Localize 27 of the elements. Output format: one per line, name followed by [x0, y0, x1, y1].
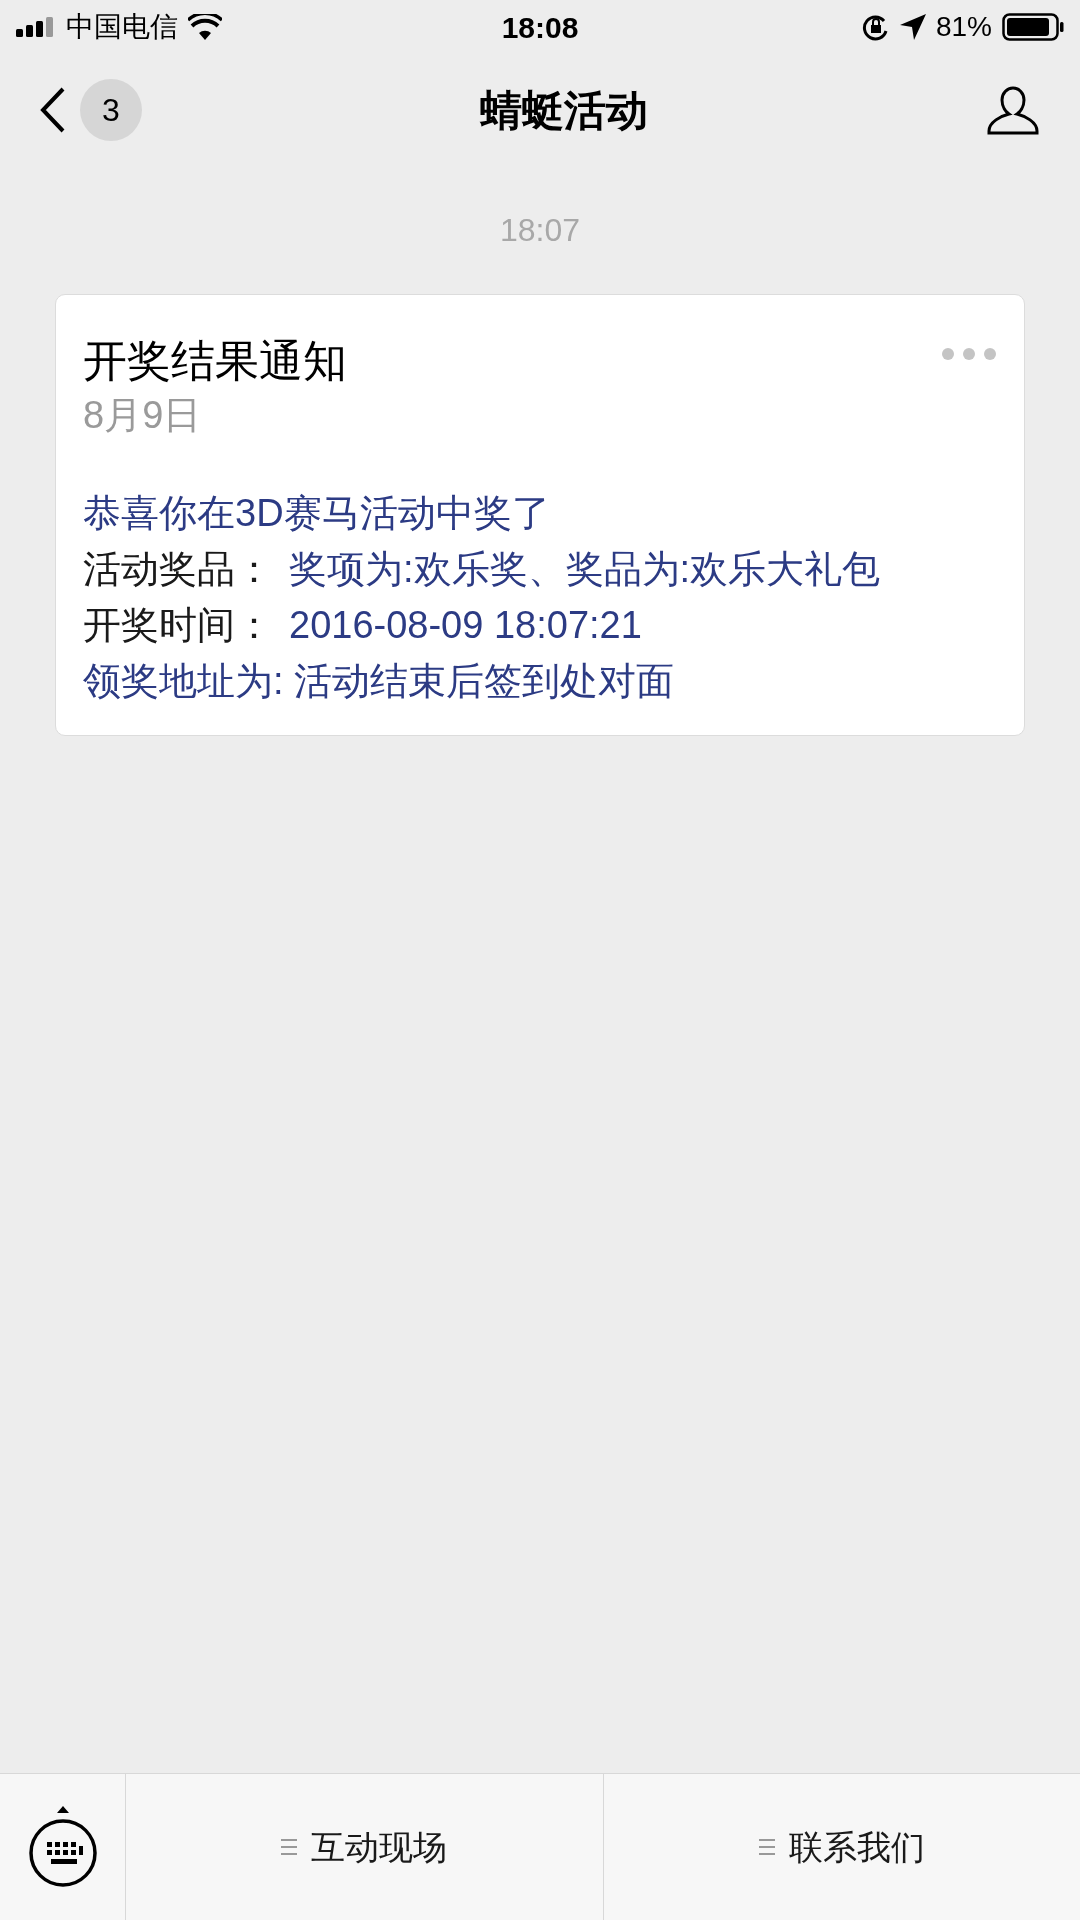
- field-value: 2016-08-09 18:07:21: [289, 603, 642, 648]
- clock-time: 18:08: [501, 9, 579, 46]
- field-value: 奖项为:欢乐奖、奖品为:欢乐大礼包: [289, 547, 881, 592]
- message-card[interactable]: 开奖结果通知 8月9日 恭喜你在3D赛马活动中奖了 活动奖品： 奖项为:欢乐奖、奖品为:欢乐大礼包 开奖时间： 2016-08-09 18:07:21 领奖地址为: 活动结束后签到处对面: [55, 294, 1025, 736]
- signal-icon: [16, 17, 56, 37]
- menu-tab[interactable]: 互动现场: [126, 1774, 604, 1920]
- keyboard-icon[interactable]: [26, 1805, 99, 1889]
- location-arrow-icon: [899, 14, 926, 40]
- battery-icon: [1002, 13, 1064, 41]
- wifi-icon: [188, 14, 222, 40]
- back-icon[interactable]: [40, 87, 66, 133]
- card-title: 开奖结果通知: [83, 335, 347, 387]
- field-label: 活动奖品：: [83, 547, 273, 592]
- carrier-name: 中国电信: [66, 10, 178, 44]
- menu-tab[interactable]: 联系我们: [603, 1774, 1080, 1920]
- rotation-lock-icon: [861, 13, 890, 41]
- menu-icon: [281, 1837, 298, 1857]
- battery-percent: 81%: [935, 10, 992, 44]
- chat-title: 蜻蜓活动: [480, 85, 648, 136]
- field-label: 开奖时间：: [83, 603, 273, 648]
- notice-text: 领奖地址为: 活动结束后签到处对面: [83, 659, 675, 704]
- profile-icon[interactable]: [986, 85, 1040, 135]
- message-timestamp: 18:07: [499, 211, 581, 250]
- unread-count-badge: 3: [80, 79, 142, 141]
- card-date: 8月9日: [83, 393, 203, 438]
- notice-text: 恭喜你在3D赛马活动中奖了: [83, 491, 550, 536]
- menu-icon: [758, 1837, 775, 1857]
